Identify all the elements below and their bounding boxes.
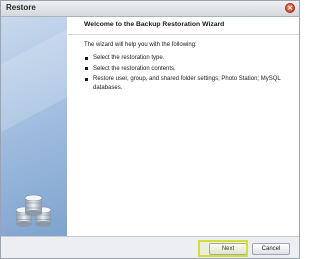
wizard-sidebar	[1, 17, 109, 236]
title-bar[interactable]: Restore ×	[1, 1, 299, 17]
wizard-content: Welcome to the Backup Restoration Wizard…	[68, 17, 299, 236]
list-item: Restore user, group, and shared folder s…	[84, 75, 296, 92]
cancel-button[interactable]: Cancel	[252, 243, 290, 255]
wizard-heading: Welcome to the Backup Restoration Wizard	[84, 21, 225, 28]
list-item: Select the restoration type.	[84, 54, 296, 63]
button-bar: Next Cancel	[1, 236, 299, 258]
close-icon[interactable]: ×	[285, 3, 295, 13]
heading-divider	[68, 34, 299, 35]
database-icon	[15, 194, 52, 227]
list-item: Select the restoration contents.	[84, 65, 296, 74]
window-title: Restore	[6, 3, 36, 12]
next-button-highlight	[198, 240, 248, 257]
wizard-intro: The wizard will help you with the follow…	[84, 42, 197, 48]
restore-wizard-window: Restore × Welcome to the Backup Restorat…	[0, 0, 300, 259]
feature-list: Select the restoration type. Select the …	[84, 54, 296, 92]
